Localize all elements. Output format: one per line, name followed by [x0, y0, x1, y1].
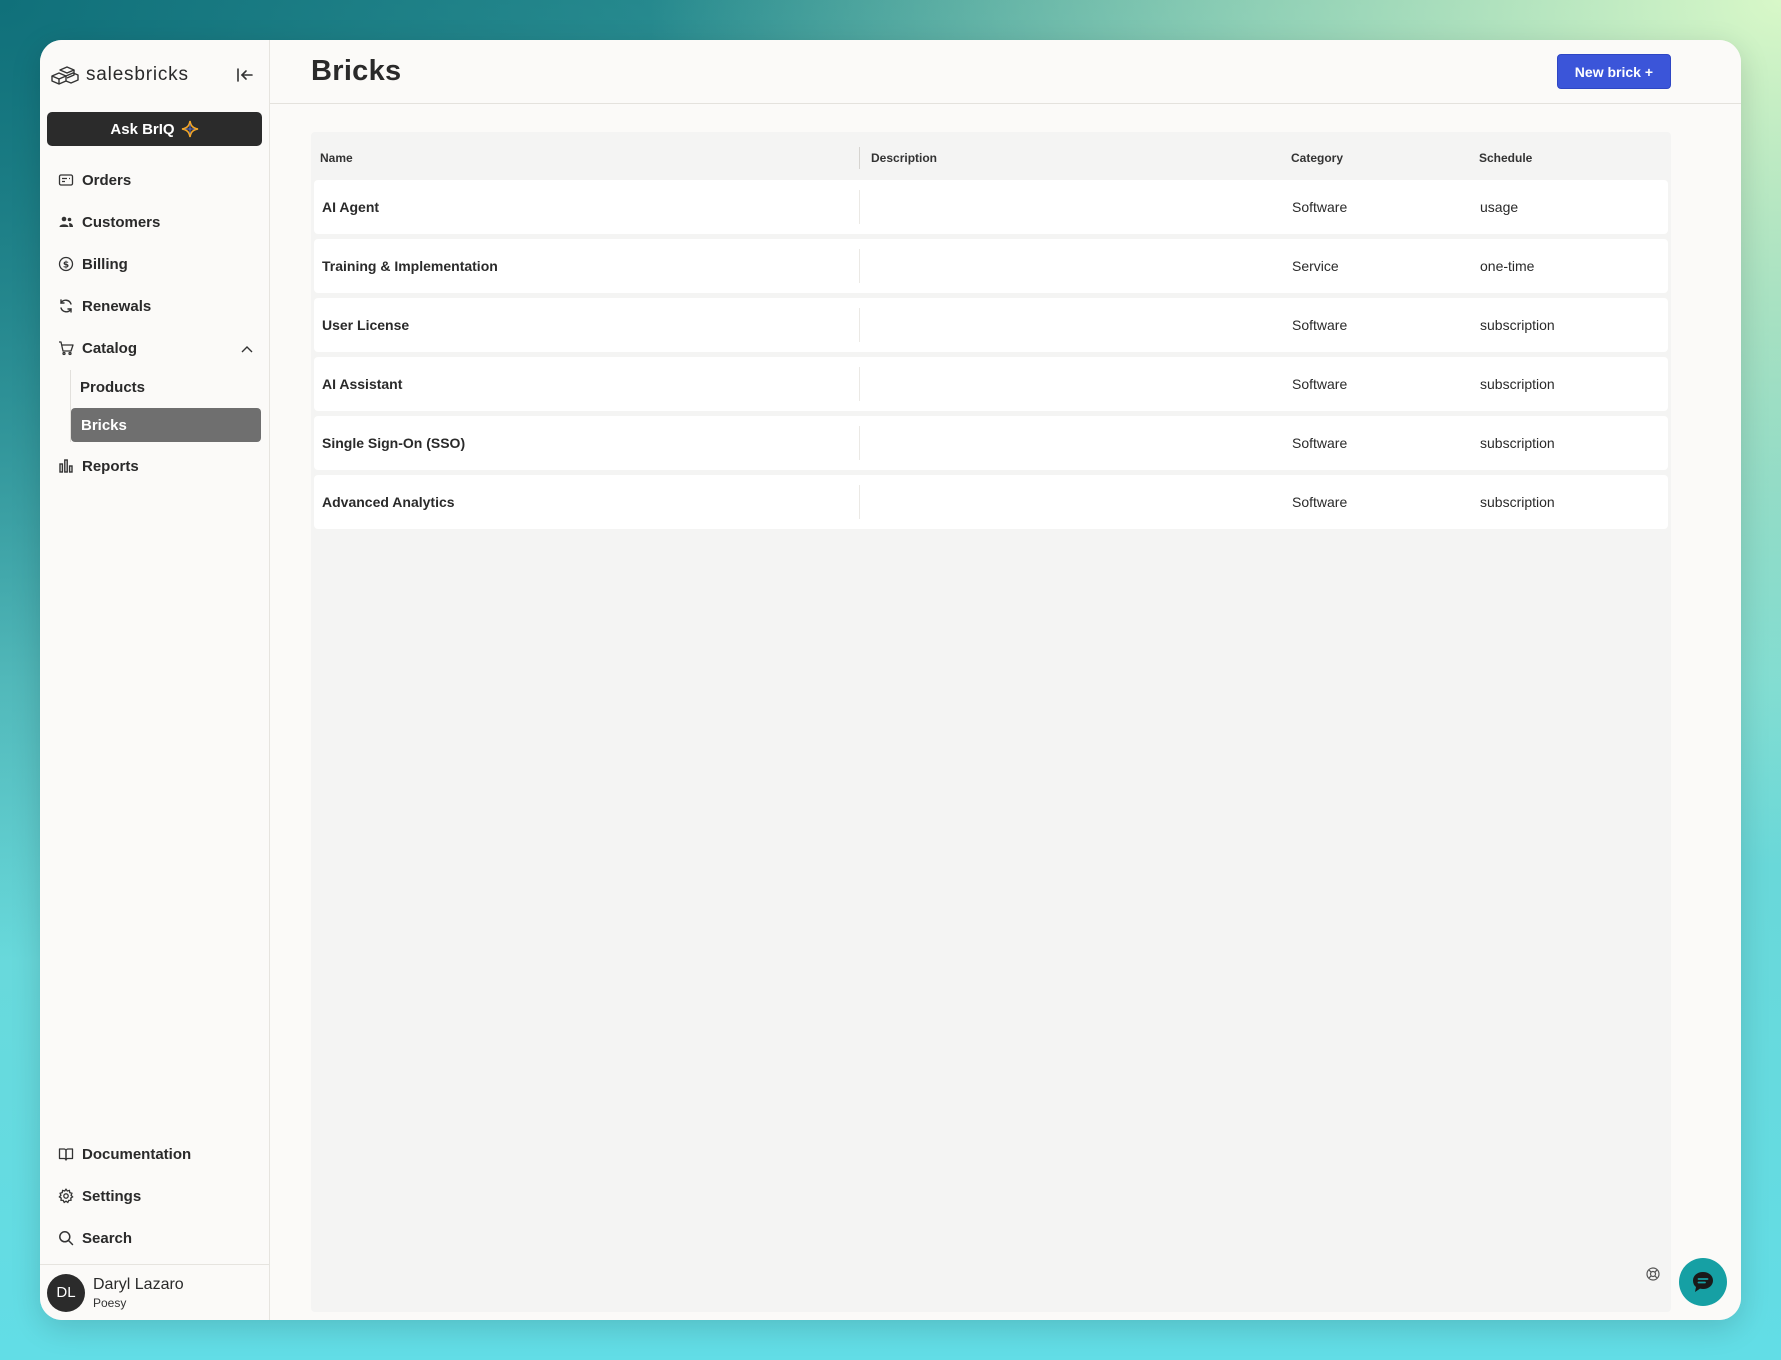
cell-schedule: usage — [1480, 199, 1519, 215]
sidebar-item-search[interactable]: Search — [40, 1218, 269, 1258]
cell-category: Software — [1292, 494, 1348, 510]
cell-schedule: one-time — [1480, 258, 1535, 274]
orders-icon — [58, 172, 74, 188]
book-icon — [58, 1146, 74, 1162]
column-header-schedule[interactable]: Schedule — [1479, 151, 1671, 165]
app-window: salesbricks Ask BrIQ Orders Customers $ … — [40, 40, 1741, 1320]
column-header-description[interactable]: Description — [860, 151, 1291, 165]
sidebar-item-documentation[interactable]: Documentation — [40, 1134, 269, 1174]
help-icon[interactable] — [1645, 1266, 1661, 1282]
sidebar-item-label: Bricks — [81, 416, 127, 434]
svg-text:$: $ — [63, 260, 69, 270]
table-header: Name Description Category Schedule — [311, 132, 1671, 180]
cell-category: Software — [1292, 435, 1348, 451]
cell-name: Training & Implementation — [314, 249, 860, 283]
column-header-category[interactable]: Category — [1291, 151, 1479, 165]
sidebar-item-catalog[interactable]: Catalog — [40, 328, 269, 368]
sidebar-item-label: Search — [82, 1229, 133, 1247]
sidebar-item-label: Customers — [82, 213, 161, 231]
collapse-sidebar-icon[interactable] — [233, 63, 257, 87]
cell-category: Software — [1292, 199, 1348, 215]
cell-name: AI Assistant — [314, 367, 860, 401]
page-title: Bricks — [311, 55, 402, 87]
sidebar-item-label: Documentation — [82, 1145, 192, 1163]
renewals-icon — [58, 298, 74, 314]
billing-icon: $ — [58, 256, 74, 272]
cell-name: Advanced Analytics — [314, 485, 860, 519]
cell-category: Software — [1292, 376, 1348, 392]
sidebar-item-label: Orders — [82, 171, 132, 189]
search-icon — [58, 1230, 74, 1246]
user-name: Daryl Lazaro — [93, 1275, 184, 1293]
sidebar-item-settings[interactable]: Settings — [40, 1176, 269, 1216]
bar-chart-icon — [58, 458, 74, 474]
sidebar-item-label: Settings — [82, 1187, 142, 1205]
table-row[interactable]: AI Agent Software usage — [314, 180, 1668, 234]
bricks-table: Name Description Category Schedule AI Ag… — [311, 132, 1671, 1312]
customers-icon — [58, 214, 74, 230]
chat-button[interactable] — [1679, 1258, 1727, 1306]
table-row[interactable]: Training & Implementation Service one-ti… — [314, 239, 1668, 293]
cell-schedule: subscription — [1480, 435, 1555, 451]
cell-name: User License — [314, 308, 860, 342]
user-profile[interactable]: DL Daryl Lazaro Poesy — [40, 1264, 269, 1320]
sidebar-item-label: Renewals — [82, 297, 152, 315]
ask-briq-label: Ask BrIQ — [110, 120, 175, 138]
avatar: DL — [47, 1273, 85, 1312]
user-org: Poesy — [93, 1295, 127, 1310]
sidebar-item-label: Reports — [82, 457, 139, 475]
main-content: Bricks New brick + Name Description Cate… — [270, 40, 1741, 1320]
sidebar-item-customers[interactable]: Customers — [40, 202, 269, 242]
column-header-name[interactable]: Name — [311, 147, 860, 169]
cell-category: Service — [1292, 258, 1339, 274]
table-row[interactable]: Advanced Analytics Software subscription — [314, 475, 1668, 529]
sidebar-item-label: Billing — [82, 255, 128, 273]
table-row[interactable]: Single Sign-On (SSO) Software subscripti… — [314, 416, 1668, 470]
user-info: Daryl Lazaro Poesy — [93, 1276, 184, 1310]
chat-bubble-icon — [1693, 1272, 1713, 1292]
main-nav: Orders Customers $ Billing Renewals Cata… — [40, 160, 269, 486]
sidebar-item-label: Products — [80, 378, 146, 396]
cell-name: Single Sign-On (SSO) — [314, 426, 860, 460]
sidebar-item-orders[interactable]: Orders — [40, 160, 269, 200]
brand-name: salesbricks — [86, 64, 189, 85]
salesbricks-logo-icon — [51, 66, 79, 85]
sidebar-item-products[interactable]: Products — [70, 370, 261, 404]
new-brick-button[interactable]: New brick + — [1556, 54, 1671, 89]
sidebar-item-label: Catalog — [82, 339, 138, 357]
sidebar-item-billing[interactable]: $ Billing — [40, 244, 269, 284]
chevron-up-icon[interactable] — [241, 340, 253, 357]
table-row[interactable]: AI Assistant Software subscription — [314, 357, 1668, 411]
sidebar: salesbricks Ask BrIQ Orders Customers $ … — [40, 40, 270, 1320]
cell-schedule: subscription — [1480, 317, 1555, 333]
ask-briq-button[interactable]: Ask BrIQ — [47, 112, 262, 146]
gear-icon — [58, 1188, 74, 1204]
cart-icon — [58, 340, 74, 356]
cell-category: Software — [1292, 317, 1348, 333]
cell-schedule: subscription — [1480, 376, 1555, 392]
sidebar-item-bricks[interactable]: Bricks — [71, 408, 261, 442]
sidebar-item-reports[interactable]: Reports — [40, 446, 269, 486]
cell-schedule: subscription — [1480, 494, 1555, 510]
sidebar-item-renewals[interactable]: Renewals — [40, 286, 269, 326]
table-row[interactable]: User License Software subscription — [314, 298, 1668, 352]
bottom-nav: Documentation Settings Search — [40, 1134, 269, 1260]
catalog-submenu: Products Bricks — [70, 370, 269, 442]
brand: salesbricks — [40, 40, 269, 110]
page-header: Bricks New brick + — [270, 40, 1741, 104]
sparkle-icon — [181, 120, 198, 138]
cell-name: AI Agent — [314, 190, 860, 224]
